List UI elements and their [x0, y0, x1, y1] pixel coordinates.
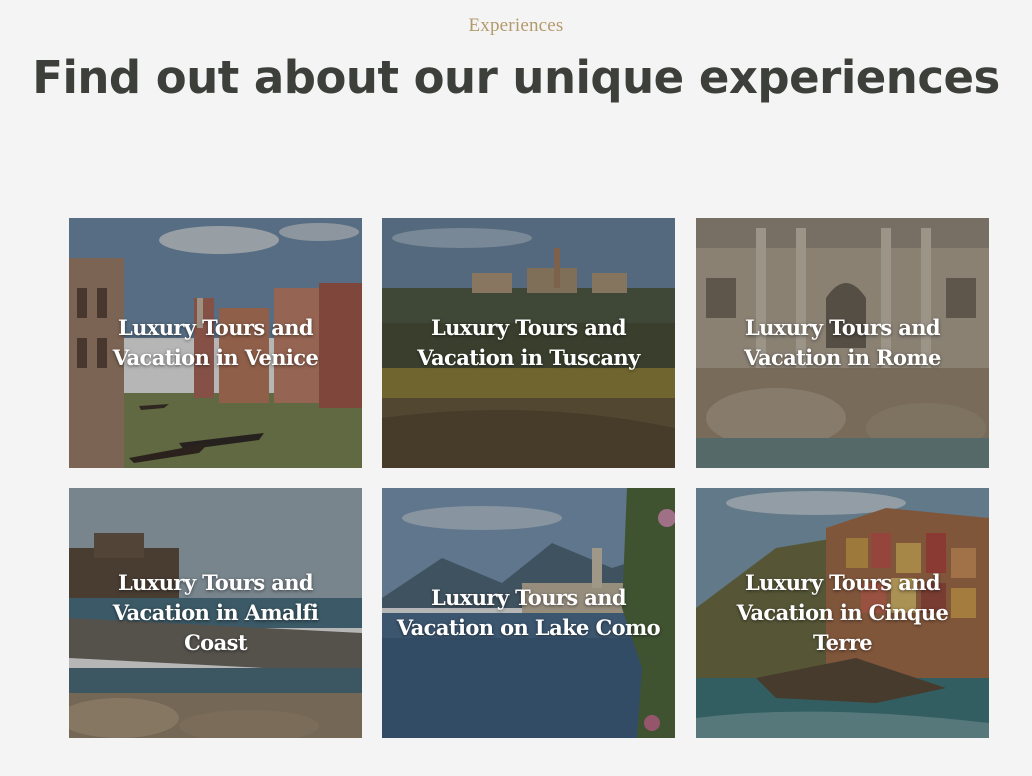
experience-card-rome[interactable]: Luxury Tours and Vacation in Rome: [696, 218, 989, 468]
experience-card-cinque-terre[interactable]: Luxury Tours and Vacation in Cinque Terr…: [696, 488, 989, 738]
experience-card-tuscany[interactable]: Luxury Tours and Vacation in Tuscany: [382, 218, 675, 468]
card-title[interactable]: Luxury Tours and Vacation in Cinque Terr…: [696, 568, 989, 658]
card-title[interactable]: Luxury Tours and Vacation in Venice: [69, 313, 362, 373]
card-title[interactable]: Luxury Tours and Vacation on Lake Como: [382, 583, 675, 643]
card-title[interactable]: Luxury Tours and Vacation in Rome: [696, 313, 989, 373]
section-headline: Find out about our unique experiences: [32, 51, 1000, 104]
card-title[interactable]: Luxury Tours and Vacation in Tuscany: [382, 313, 675, 373]
experience-card-lake-como[interactable]: Luxury Tours and Vacation on Lake Como: [382, 488, 675, 738]
experience-card-venice[interactable]: Luxury Tours and Vacation in Venice: [69, 218, 362, 468]
experience-card-amalfi-coast[interactable]: Luxury Tours and Vacation in Amalfi Coas…: [69, 488, 362, 738]
section-eyebrow: Experiences: [468, 15, 564, 36]
card-title[interactable]: Luxury Tours and Vacation in Amalfi Coas…: [69, 568, 362, 658]
